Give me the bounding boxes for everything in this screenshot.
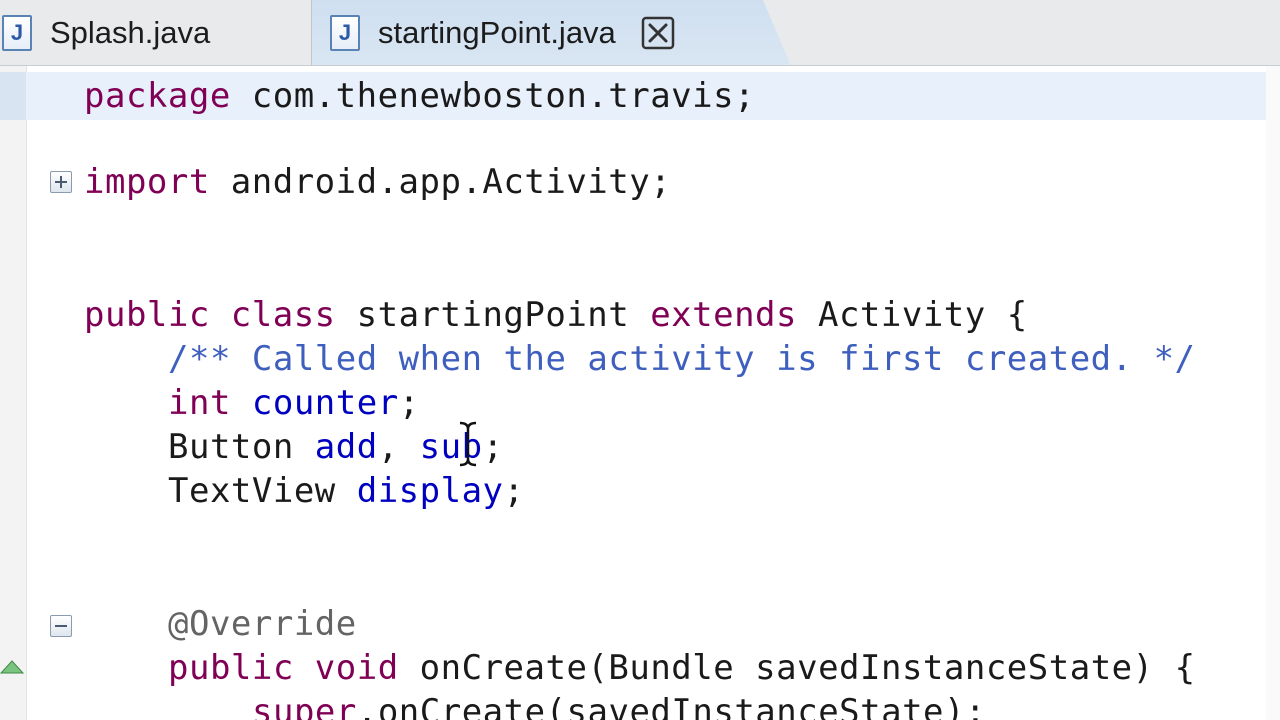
overview-ruler (1266, 66, 1280, 720)
field-name: display (335, 471, 504, 511)
code-editor[interactable]: package com.thenewboston.travis; import … (0, 66, 1280, 720)
keyword: class (209, 295, 336, 335)
code-line-import[interactable]: import android.app.Activity; (84, 160, 671, 204)
class-name: startingPoint (335, 295, 630, 335)
code-line-textview[interactable]: TextView display; (168, 469, 525, 513)
code-line-counter[interactable]: int counter; (168, 381, 420, 425)
text-cursor-icon (459, 421, 477, 467)
keyword: extends (629, 295, 797, 335)
java-file-icon: J (330, 15, 360, 51)
code-line-package[interactable]: package com.thenewboston.travis; (84, 74, 755, 118)
keyword: super (252, 692, 357, 720)
code-text: com.thenewboston.travis; (230, 76, 756, 116)
javadoc-comment: /** Called when the activity is first cr… (168, 339, 1196, 379)
type-name: TextView (168, 471, 336, 511)
code-text: .onCreate(savedInstanceState); (356, 692, 986, 720)
tab-splash-java[interactable]: J Splash.java (0, 0, 312, 65)
code-text: ; (398, 383, 420, 423)
code-text: android.app.Activity; (209, 162, 672, 202)
code-text: onCreate(Bundle savedInstanceState) { (398, 648, 1196, 688)
keyword: package (84, 76, 231, 116)
keyword: int (168, 383, 231, 423)
close-icon[interactable] (640, 15, 676, 51)
tab-label: startingPoint.java (378, 15, 616, 50)
code-line-override[interactable]: @Override (168, 602, 357, 646)
editor-gutter (0, 66, 27, 720)
tab-label: Splash.java (50, 15, 211, 50)
code-line-oncreate[interactable]: public void onCreate(Bundle savedInstanc… (168, 646, 1196, 690)
java-file-icon: J (2, 15, 32, 51)
expand-fold-icon[interactable] (50, 171, 72, 193)
code-line-buttons[interactable]: Button add, sub; (168, 425, 504, 469)
code-text: Activity { (797, 295, 1028, 335)
code-line-javadoc[interactable]: /** Called when the activity is first cr… (168, 337, 1196, 381)
keyword: import (84, 162, 210, 202)
collapse-fold-icon[interactable] (50, 615, 72, 637)
code-line-super-oncreate[interactable]: super.onCreate(savedInstanceState); (252, 690, 986, 720)
code-text: , (377, 427, 399, 467)
code-text: ; (482, 427, 504, 467)
editor-tab-bar: J Splash.java J startingPoint.java (0, 0, 1280, 66)
tab-startingpoint-java[interactable]: J startingPoint.java (312, 0, 752, 65)
type-name: Button (168, 427, 294, 467)
field-name: counter (230, 383, 399, 423)
annotation: @Override (168, 604, 357, 644)
current-line-marker (0, 72, 26, 120)
keyword: public (168, 648, 294, 688)
override-triangle-icon (0, 660, 24, 674)
keyword: public (84, 295, 210, 335)
keyword: void (293, 648, 399, 688)
code-line-class-declaration[interactable]: public class startingPoint extends Activ… (84, 293, 1028, 337)
field-name: add (293, 427, 378, 467)
code-text: ; (503, 471, 525, 511)
